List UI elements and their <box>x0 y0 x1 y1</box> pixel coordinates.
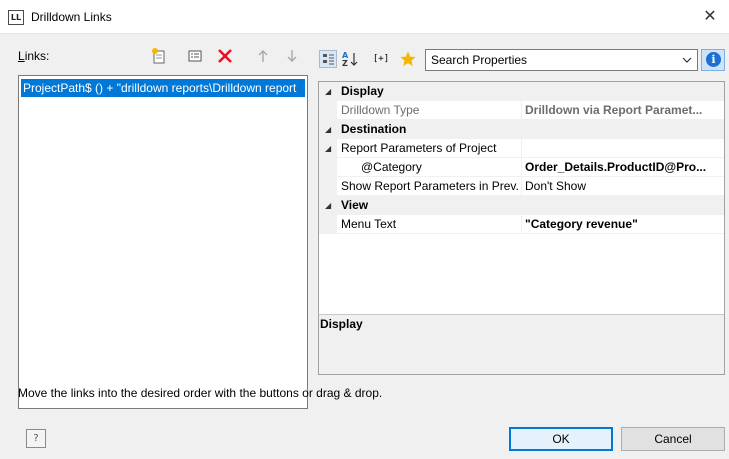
info-button[interactable]: i <box>701 49 725 71</box>
links-label: Links: <box>18 49 50 63</box>
property-row-report-parameters[interactable]: ◢ Report Parameters of Project <box>319 139 724 158</box>
search-placeholder: Search Properties <box>431 53 528 67</box>
category-display[interactable]: ◢ Display <box>319 82 724 101</box>
cancel-button[interactable]: Cancel <box>621 427 725 451</box>
row-gutter <box>319 177 337 196</box>
column-divider <box>521 139 522 158</box>
move-up-icon[interactable] <box>254 47 272 65</box>
help-button[interactable]: ? <box>26 429 46 448</box>
collapse-triangle-icon[interactable]: ◢ <box>325 82 331 101</box>
property-value[interactable]: Don't Show <box>525 177 723 196</box>
property-name: Show Report Parameters in Prev... <box>341 179 519 193</box>
title-bar: LL Drilldown Links ✕ <box>0 0 729 34</box>
links-list[interactable]: ProjectPath$ () + "drilldown reports\Dri… <box>18 75 308 409</box>
dialog-body: Links: ProjectPath$ () + "drilldown repo… <box>0 34 729 459</box>
favorites-star-icon[interactable] <box>398 50 418 68</box>
new-link-icon[interactable] <box>150 47 168 65</box>
property-name: Drilldown Type <box>341 103 420 117</box>
chevron-down-icon[interactable] <box>681 52 693 68</box>
expand-collapse-icon[interactable]: [+] <box>371 50 391 68</box>
sort-alphabetical-icon[interactable]: A Z <box>340 50 360 68</box>
description-pane: Display <box>318 314 725 375</box>
window-title: Drilldown Links <box>31 10 112 24</box>
description-title: Display <box>320 317 363 331</box>
column-divider <box>521 177 522 196</box>
property-value[interactable]: Order_Details.ProductID@Pro... <box>525 158 723 177</box>
category-destination[interactable]: ◢ Destination <box>319 120 724 139</box>
edit-formula-icon[interactable] <box>186 47 204 65</box>
property-row-drilldown-type[interactable]: Drilldown Type Drilldown via Report Para… <box>319 101 724 120</box>
categorized-view-icon[interactable] <box>319 50 337 68</box>
column-divider <box>521 101 522 120</box>
move-down-icon[interactable] <box>283 47 301 65</box>
property-grid: ◢ Display Drilldown Type Drilldown via R… <box>318 81 725 314</box>
app-icon: LL <box>8 10 24 25</box>
property-value[interactable]: Drilldown via Report Paramet... <box>525 101 723 120</box>
hint-text: Move the links into the desired order wi… <box>18 386 383 400</box>
info-icon: i <box>706 52 721 67</box>
property-value[interactable]: "Category revenue" <box>525 215 723 234</box>
collapse-triangle-icon[interactable]: ◢ <box>325 120 331 139</box>
collapse-triangle-icon[interactable]: ◢ <box>325 139 331 158</box>
row-gutter <box>319 215 337 234</box>
property-name: @Category <box>361 160 422 174</box>
property-row-menu-text[interactable]: Menu Text "Category revenue" <box>319 215 724 234</box>
property-name: Menu Text <box>341 217 397 231</box>
svg-text:Z: Z <box>342 59 348 68</box>
ok-button[interactable]: OK <box>509 427 613 451</box>
close-icon[interactable]: ✕ <box>701 5 719 27</box>
row-gutter <box>319 101 337 120</box>
collapse-triangle-icon[interactable]: ◢ <box>325 196 331 215</box>
property-name: Report Parameters of Project <box>341 141 497 155</box>
delete-icon[interactable] <box>216 47 234 65</box>
list-item[interactable]: ProjectPath$ () + "drilldown reports\Dri… <box>21 79 305 97</box>
column-divider <box>521 215 522 234</box>
property-row-show-report-parameters[interactable]: Show Report Parameters in Prev... Don't … <box>319 177 724 196</box>
column-divider <box>521 158 522 177</box>
search-properties-field[interactable]: Search Properties <box>425 49 698 71</box>
category-view[interactable]: ◢ View <box>319 196 724 215</box>
property-row-category[interactable]: @Category Order_Details.ProductID@Pro... <box>319 158 724 177</box>
row-gutter <box>319 158 337 177</box>
